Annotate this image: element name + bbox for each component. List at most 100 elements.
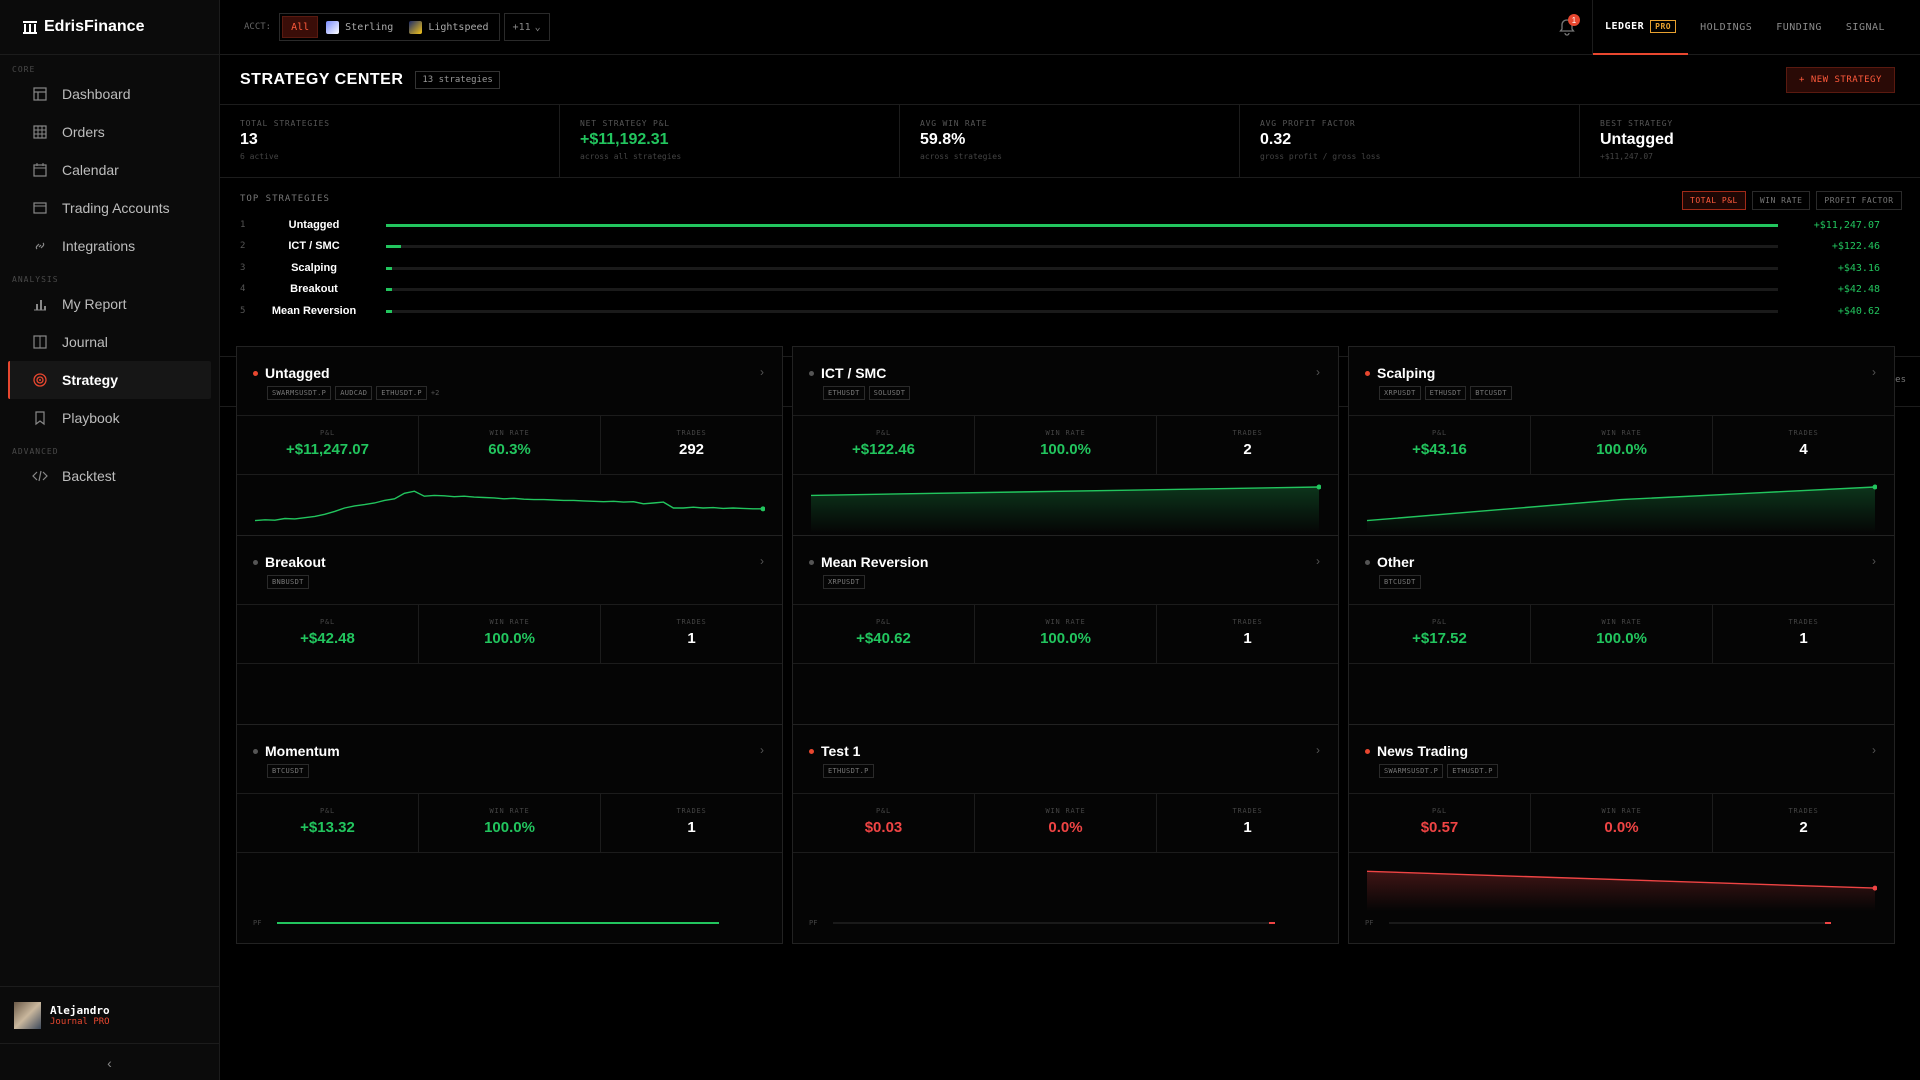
stat-label: AVG PROFIT FACTOR: [1260, 119, 1356, 128]
sidebar-item-journal[interactable]: Journal: [8, 323, 211, 361]
strategy-card-breakout[interactable]: Breakout › BNBUSDT P&L +$42.48 WIN RATE 100.0%…: [236, 535, 783, 755]
card-title: Other: [1365, 554, 1414, 570]
metric-label: TRADES: [1232, 807, 1263, 815]
chevron-right-icon[interactable]: ›: [1316, 365, 1320, 379]
sidebar-item-strategy[interactable]: Strategy: [8, 361, 211, 399]
more-accounts-dropdown[interactable]: +11 ⌄: [503, 13, 550, 41]
metric-label: P&L: [875, 618, 892, 626]
sidebar-item-dashboard[interactable]: Dashboard: [8, 75, 211, 113]
chevron-right-icon[interactable]: ›: [1316, 554, 1320, 568]
strategy-name: Scalping: [1377, 365, 1436, 381]
top-strategy-row[interactable]: 5 Mean Reversion +$40.62: [240, 304, 1880, 318]
symbol-tags: BTCUSDT: [267, 764, 309, 778]
stat-avg-profit-factor: AVG PROFIT FACTOR 0.32 gross profit / gros…: [1240, 105, 1580, 177]
metric-pnl: P&L +$43.16: [1349, 416, 1531, 474]
page-title: STRATEGY CENTER: [240, 70, 404, 88]
top-strategy-row[interactable]: 3 Scalping +$43.16: [240, 261, 1880, 275]
chevron-right-icon[interactable]: ›: [1316, 743, 1320, 757]
strategy-card-mean-reversion[interactable]: Mean Reversion › XRPUSDT P&L +$40.62 WIN RATE…: [792, 535, 1339, 755]
symbol-tag: ETHUSDT.P: [823, 764, 874, 778]
tab-ledger[interactable]: LEDGER PRO: [1593, 0, 1689, 55]
metric-label: WIN RATE: [1045, 618, 1086, 626]
symbol-tag: AUDCAD: [335, 386, 373, 400]
top-nav: LEDGER PRO HOLDINGS FUNDING SIGNAL: [1592, 0, 1897, 55]
chevron-right-icon[interactable]: ›: [760, 365, 764, 379]
card-title: Scalping: [1365, 365, 1435, 381]
status-dot: [809, 370, 814, 376]
account-chip-all[interactable]: All: [282, 16, 319, 38]
strategy-card-momentum[interactable]: Momentum › BTCUSDT P&L +$13.32 WIN RATE 100.0%…: [236, 724, 783, 944]
card-metrics: P&L $0.03 WIN RATE 0.0% TRADES 1: [793, 793, 1338, 853]
strategy-card-other[interactable]: Other › BTCUSDT P&L +$17.52 WIN RATE 100.0% TRA…: [1348, 535, 1895, 755]
symbol-tags: ETHUSDT SOLUSDT: [823, 386, 911, 400]
top-strategy-row[interactable]: 4 Breakout +$42.48: [240, 282, 1880, 296]
card-title: News Trading: [1365, 743, 1468, 759]
sidebar-item-my-report[interactable]: My Report: [8, 285, 211, 323]
metric-label: WIN RATE: [489, 807, 530, 815]
sidebar-item-calendar[interactable]: Calendar: [8, 151, 211, 189]
stat-subtext: across all strategies: [580, 152, 682, 161]
metric-trades: TRADES 2: [1713, 794, 1894, 852]
metric-value: $0.03: [864, 819, 903, 836]
account-chip-sterling[interactable]: Sterling: [318, 16, 401, 38]
tab-holdings[interactable]: HOLDINGS: [1688, 0, 1764, 55]
strategy-card-ict-smc[interactable]: ICT / SMC › ETHUSDT SOLUSDT P&L +$122.46 WIN R…: [792, 346, 1339, 566]
sidebar-item-trading-accounts[interactable]: Trading Accounts: [8, 189, 211, 227]
pf-label: PF: [253, 919, 262, 927]
sterling-icon: [326, 20, 340, 34]
metric-trades: TRADES 4: [1713, 416, 1894, 474]
account-chip-lightspeed[interactable]: Lightspeed: [401, 16, 496, 38]
stat-subtext: 6 active: [240, 152, 279, 161]
equity-curve: [1366, 484, 1877, 533]
metric-label: WIN RATE: [1601, 807, 1642, 815]
app-logo[interactable]: EdrisFinance: [0, 0, 219, 55]
chevron-right-icon[interactable]: ›: [760, 743, 764, 757]
link-icon: [32, 238, 48, 254]
sidebar-item-backtest[interactable]: Backtest: [8, 457, 211, 495]
strategy-card-news-trading[interactable]: News Trading › SWARMSUSDT.P ETHUSDT.P P&L $0.…: [1348, 724, 1895, 944]
stat-net-strategy-p-l: NET STRATEGY P&L +$11,192.31 across all st…: [560, 105, 900, 177]
strategy-card-test-1[interactable]: Test 1 › ETHUSDT.P P&L $0.03 WIN RATE 0.0% TRAD…: [792, 724, 1339, 944]
symbol-tag: XRPUSDT: [823, 575, 865, 589]
top-strategy-row[interactable]: 1 Untagged +$11,247.07: [240, 218, 1880, 232]
stat-value: Untagged: [1600, 131, 1674, 148]
chevron-right-icon[interactable]: ›: [760, 554, 764, 568]
card-metrics: P&L +$122.46 WIN RATE 100.0% TRADES 2: [793, 415, 1338, 475]
sidebar-item-orders[interactable]: Orders: [8, 113, 211, 151]
card-title: ICT / SMC: [809, 365, 886, 381]
chevron-right-icon[interactable]: ›: [1872, 554, 1876, 568]
collapse-sidebar-button[interactable]: ‹: [0, 1046, 219, 1080]
sidebar-item-integrations[interactable]: Integrations: [8, 227, 211, 265]
metric-pnl: P&L +$11,247.07: [237, 416, 419, 474]
metric-trades: TRADES 1: [601, 605, 782, 663]
sidebar-item-label: Backtest: [62, 468, 116, 484]
symbol-tag: SWARMSUSDT.P: [1379, 764, 1444, 778]
rank-bar-fill: [386, 266, 392, 270]
profit-factor-row: PF: [809, 917, 1321, 929]
sidebar-item-playbook[interactable]: Playbook: [8, 399, 211, 437]
user-profile[interactable]: Alejandro Journal PRO: [0, 986, 219, 1044]
sidebar-item-label: Strategy: [62, 372, 119, 388]
tab-win-rate[interactable]: WIN RATE: [1751, 191, 1811, 210]
stat-subtext: across strategies: [920, 152, 1002, 161]
tab-profit-factor[interactable]: PROFIT FACTOR: [1816, 191, 1902, 210]
top-strategy-row[interactable]: 2 ICT / SMC +$122.46: [240, 239, 1880, 253]
new-strategy-button[interactable]: + NEW STRATEGY: [1786, 67, 1895, 93]
strategy-card-scalping[interactable]: Scalping › XRPUSDT ETHUSDT BTCUSDT P&L +$43.16…: [1348, 346, 1895, 566]
tab-funding[interactable]: FUNDING: [1764, 0, 1834, 55]
pf-bar-track: [1389, 922, 1825, 924]
account-chip-label: Lightspeed: [428, 21, 489, 33]
stat-label: BEST STRATEGY: [1600, 119, 1674, 128]
strategy-card-untagged[interactable]: Untagged › SWARMSUSDT.P AUDCAD ETHUSDT.P +2 P&…: [236, 346, 783, 566]
tab-total-p-l[interactable]: TOTAL P&L: [1682, 191, 1746, 210]
stat-label: AVG WIN RATE: [920, 119, 988, 128]
tab-label: FUNDING: [1776, 22, 1822, 33]
rank-bar-fill: [386, 309, 392, 313]
tab-signal[interactable]: SIGNAL: [1834, 0, 1897, 55]
chevron-right-icon[interactable]: ›: [1872, 365, 1876, 379]
sidebar-item-label: Playbook: [62, 410, 120, 426]
user-plan: Journal PRO: [50, 1016, 110, 1027]
chevron-right-icon[interactable]: ›: [1872, 743, 1876, 757]
symbol-tags: BNBUSDT: [267, 575, 309, 589]
notification-badge: 1: [1568, 14, 1580, 26]
